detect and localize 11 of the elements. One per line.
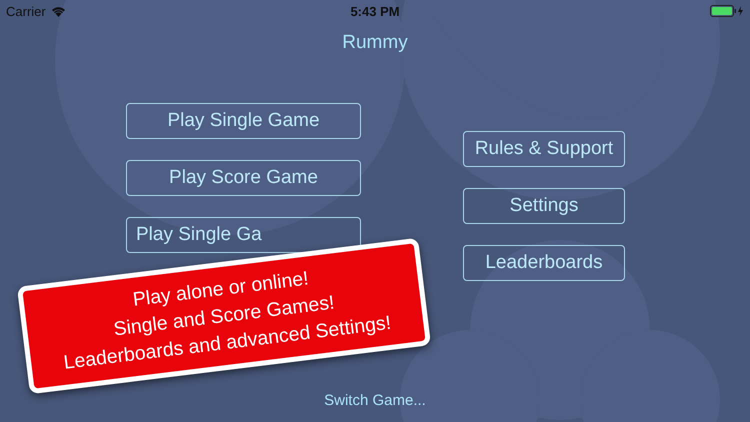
wifi-icon — [50, 6, 66, 16]
menu-button[interactable]: Play Single Game — [126, 103, 361, 139]
menu-button[interactable]: Leaderboards — [463, 245, 625, 281]
status-time: 5:43 PM — [350, 4, 400, 18]
menu-button[interactable]: Rules & Support — [463, 131, 625, 167]
screen-title: Rummy — [342, 32, 408, 54]
menu-button[interactable]: Settings — [463, 188, 625, 224]
switch-game-link[interactable]: Switch Game... — [324, 392, 426, 409]
battery-charging-icon — [710, 5, 744, 17]
carrier-label: Carrier — [6, 4, 46, 18]
menu-button[interactable]: Play Score Game — [126, 160, 361, 196]
